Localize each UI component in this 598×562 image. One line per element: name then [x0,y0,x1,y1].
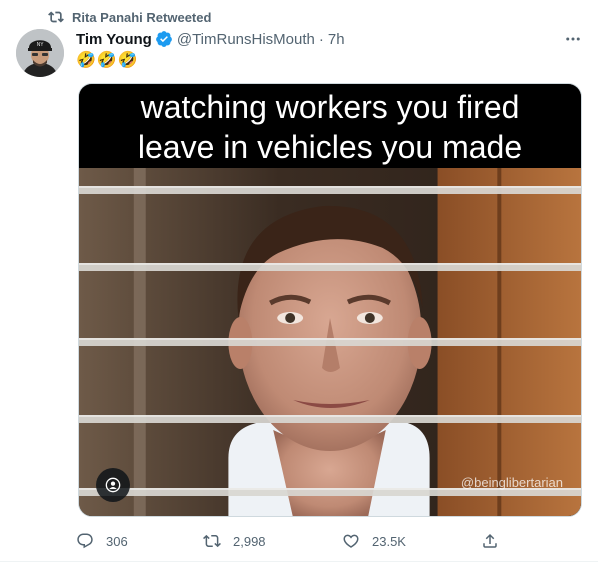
user-icon [105,477,121,493]
image-watermark: @beinglibertarian [460,475,563,490]
author-handle[interactable]: @TimRunsHisMouth [177,31,315,48]
retweet-icon [48,11,64,23]
author-name[interactable]: Tim Young [76,31,152,48]
caption-line-2: leave in vehicles you made [137,129,523,165]
reply-button[interactable]: 306 [76,528,128,554]
share-icon [483,533,497,548]
tweet-actions: 306 2,998 23.5K [76,528,516,554]
share-button[interactable] [481,528,499,554]
svg-text:NY: NY [37,42,45,48]
retweeted-by-label[interactable]: Rita Panahi Retweeted [72,10,211,25]
meme-image [79,168,581,516]
retweet-icon [203,534,221,548]
tweet-text: 🤣🤣🤣 [76,52,139,69]
separator-dot: · [318,30,324,48]
reply-count: 306 [106,533,128,549]
more-options-button[interactable] [560,30,586,48]
retweet-count: 2,998 [233,533,266,549]
verified-badge-icon [155,31,172,47]
avatar[interactable]: NY [16,29,64,77]
meme-caption: watching workers you fired leave in vehi… [79,84,581,168]
caption-line-1: watching workers you fired [140,89,520,125]
reply-icon [77,533,93,549]
tweet-media[interactable]: watching workers you fired leave in vehi… [78,83,582,517]
more-icon [566,37,580,41]
avatar-image: NY [16,29,64,77]
heart-icon [343,534,359,548]
tweet-timestamp[interactable]: 7h [328,31,345,48]
like-count: 23.5K [372,533,406,549]
tagged-people-button[interactable] [96,468,130,502]
like-button[interactable]: 23.5K [342,528,406,554]
retweet-button[interactable]: 2,998 [203,528,266,554]
retweet-context[interactable]: Rita Panahi Retweeted [48,8,211,26]
tweet-header: Tim Young @TimRunsHisMouth · 7h [76,29,345,49]
tweet-card[interactable]: Rita Panahi Retweeted NY Tim Young @TimR… [0,0,598,562]
